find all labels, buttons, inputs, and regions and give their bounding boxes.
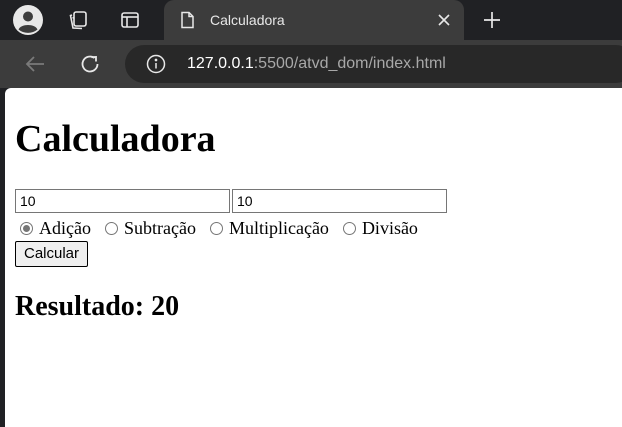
result-text: Resultado: 20 [15,291,180,322]
option-divisao[interactable]: Divisão [338,218,418,239]
option-adicao[interactable]: Adição [15,218,91,239]
radio-multiplicacao[interactable] [209,221,223,235]
reload-icon [81,55,99,73]
url-text[interactable]: 127.0.0.1:5500/atvd_dom/index.html [187,54,446,74]
url-path: :5500/atvd_dom/index.html [253,55,446,72]
profile-button[interactable] [12,4,44,36]
close-icon [438,14,450,26]
label-subtracao: Subtração [123,217,196,238]
calculate-button[interactable]: Calcular [15,241,89,267]
tab-layout-icon [121,12,139,28]
first-number-input[interactable] [15,189,230,213]
operation-options: Adição Subtração Multiplicação Divisão [15,216,427,240]
radio-subtracao[interactable] [104,221,118,235]
browser-window: Calculadora 127.0.0.1:5500/atvd_dom/inde… [0,0,622,427]
address-bar[interactable]: 127.0.0.1:5500/atvd_dom/index.html [125,45,622,83]
back-button[interactable] [21,50,49,78]
workspaces-button[interactable] [62,4,94,36]
site-info-icon[interactable] [146,54,166,74]
reload-button[interactable] [76,50,104,78]
profile-avatar-icon [13,5,43,35]
tab-actions-button[interactable] [114,4,146,36]
label-adicao: Adição [39,217,91,238]
tab-calculadora[interactable]: Calculadora [164,0,464,40]
plus-icon [484,12,500,28]
page-viewport: Calculadora Adição Subtração Multiplicaç… [5,88,622,427]
tab-close-button[interactable] [434,10,454,30]
workspaces-icon [69,11,87,30]
browser-toolbar: 127.0.0.1:5500/atvd_dom/index.html [0,40,622,88]
back-arrow-icon [25,56,44,72]
option-subtracao[interactable]: Subtração [100,218,196,239]
page-title: Calculadora [15,118,216,160]
tab-strip: Calculadora [0,0,622,40]
label-divisao: Divisão [361,217,418,238]
page-document-icon [181,11,194,29]
second-number-input[interactable] [232,189,447,213]
tab-title: Calculadora [210,12,285,28]
url-host: 127.0.0.1 [187,55,254,72]
radio-adicao[interactable] [20,221,33,235]
radio-divisao[interactable] [342,221,356,235]
new-tab-button[interactable] [478,6,506,34]
label-multiplicacao: Multiplicação [228,217,329,238]
option-multiplicacao[interactable]: Multiplicação [205,218,329,239]
